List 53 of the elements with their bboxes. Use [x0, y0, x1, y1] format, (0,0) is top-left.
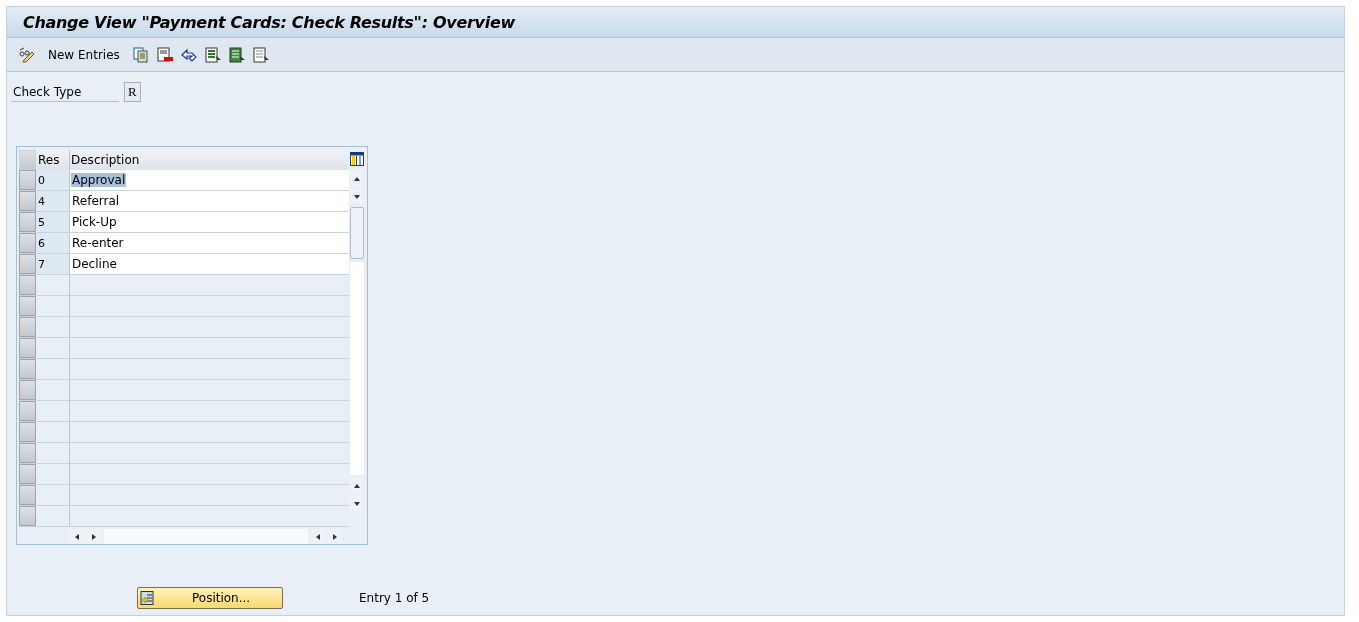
table-cell: 6 [36, 233, 70, 253]
row-selector[interactable] [19, 170, 36, 190]
copy-icon[interactable] [131, 45, 150, 64]
list-deselect-icon[interactable] [251, 45, 270, 64]
scroll-right-button[interactable] [87, 529, 101, 544]
scrollbar-thumb[interactable] [350, 207, 364, 259]
check-type-field[interactable]: R [124, 82, 141, 102]
row-selector[interactable] [19, 422, 36, 442]
table-cell[interactable]: Approval [71, 173, 127, 187]
row-selector[interactable] [19, 443, 36, 463]
row-selector[interactable] [19, 506, 36, 526]
scrollbar-track[interactable] [350, 262, 364, 475]
glasses-pencil-icon[interactable] [18, 45, 36, 64]
header-corner [19, 150, 36, 170]
list-block-icon[interactable] [227, 45, 246, 64]
position-button[interactable]: Position... [137, 587, 283, 609]
table-cell[interactable]: Referral [71, 194, 121, 208]
list-select-icon[interactable] [203, 45, 222, 64]
scroll-up-button[interactable] [350, 171, 364, 186]
row-selector[interactable] [19, 296, 36, 316]
table-cell: 0 [36, 170, 70, 190]
row-selector[interactable] [19, 317, 36, 337]
table-cell[interactable]: Decline [71, 257, 118, 271]
table-cell[interactable]: Re-enter [71, 236, 125, 250]
table-cell: 5 [36, 212, 70, 232]
scrollbar-track[interactable] [104, 529, 308, 544]
table-cell: 4 [36, 191, 70, 211]
row-selector[interactable] [19, 275, 36, 295]
row-selector[interactable] [19, 380, 36, 400]
column-header[interactable]: Description [70, 150, 349, 170]
row-selector[interactable] [19, 338, 36, 358]
row-selector[interactable] [19, 191, 36, 211]
table-cell[interactable]: Pick-Up [71, 215, 118, 229]
column-settings-icon[interactable] [350, 152, 364, 166]
scroll-left-button[interactable] [70, 529, 84, 544]
scroll-down-button[interactable] [350, 496, 364, 511]
row-selector[interactable] [19, 359, 36, 379]
delete-icon[interactable] [155, 45, 174, 64]
row-selector[interactable] [19, 464, 36, 484]
row-selector[interactable] [19, 233, 36, 253]
window-title: Change View "Payment Cards: Check Results": Overview [23, 12, 515, 32]
entry-count: Entry 1 of 5 [359, 591, 430, 605]
scroll-left-button[interactable] [311, 529, 325, 544]
scroll-up-button[interactable] [350, 478, 364, 493]
row-selector[interactable] [19, 212, 36, 232]
scroll-right-button[interactable] [328, 529, 342, 544]
new-entries-button[interactable]: New Entries [42, 47, 126, 62]
scroll-down-button[interactable] [350, 189, 364, 204]
row-selector[interactable] [19, 485, 36, 505]
row-selector[interactable] [19, 254, 36, 274]
row-selector[interactable] [19, 401, 36, 421]
table-cell: 7 [36, 254, 70, 274]
field-label: Check Type [11, 82, 119, 102]
